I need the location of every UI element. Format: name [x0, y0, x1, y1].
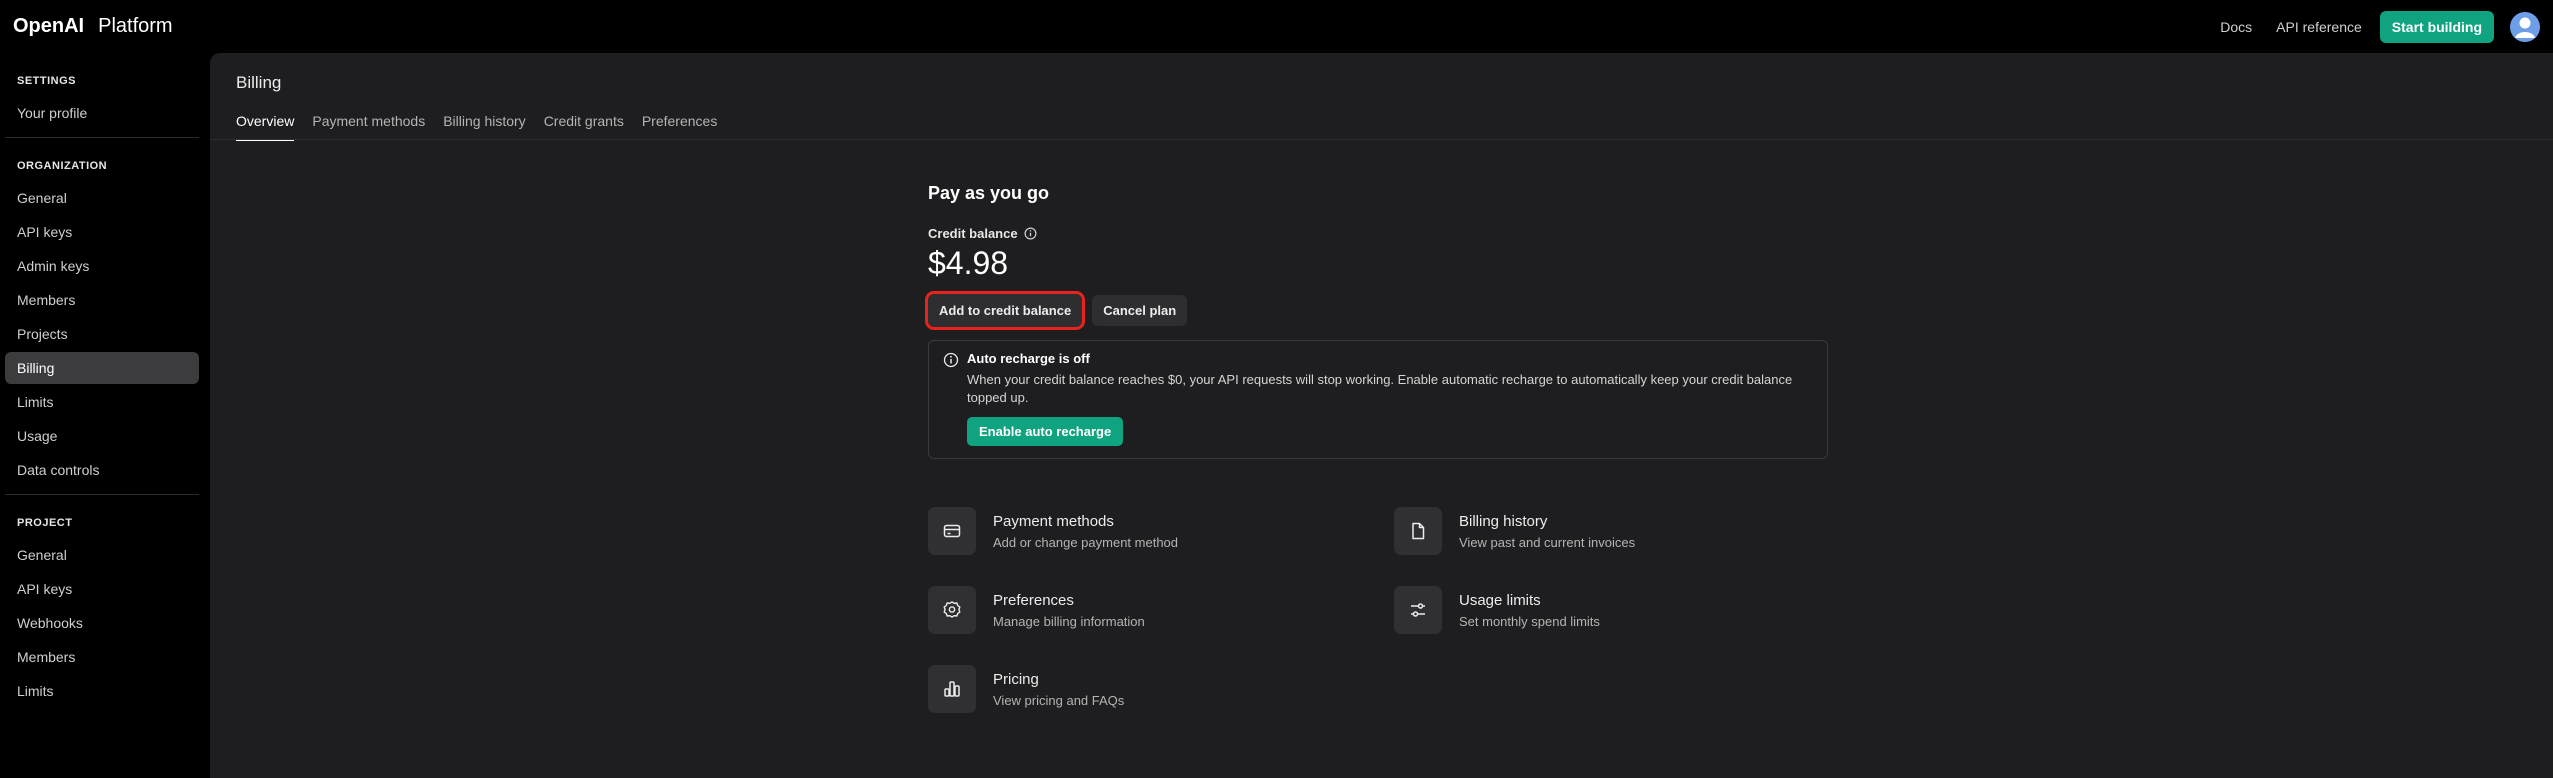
sidebar-item-usage[interactable]: Usage: [5, 420, 199, 452]
bar-chart-icon: [944, 681, 960, 697]
sidebar-item-your-profile[interactable]: Your profile: [5, 97, 199, 129]
add-to-credit-balance-button[interactable]: Add to credit balance: [924, 291, 1086, 330]
sidebar-item-project-members[interactable]: Members: [5, 641, 199, 673]
credit-balance-label: Credit balance: [928, 226, 1828, 241]
card-title: Payment methods: [993, 512, 1114, 530]
docs-link[interactable]: Docs: [2208, 19, 2264, 35]
user-avatar-icon: [2515, 17, 2535, 38]
auto-recharge-title: Auto recharge is off: [967, 351, 1090, 366]
credit-balance-value: $4.98: [928, 245, 1009, 281]
top-bar: OpenAI Platform Docs API reference Start…: [0, 0, 2553, 53]
tab-billing-history[interactable]: Billing history: [443, 113, 525, 141]
sidebar-item-data-controls[interactable]: Data controls: [5, 454, 199, 486]
sidebar-item-org-limits[interactable]: Limits: [5, 386, 199, 418]
card-subtitle: View pricing and FAQs: [993, 692, 1125, 708]
document-icon-tile: [1394, 507, 1442, 555]
brand-logo[interactable]: OpenAI Platform: [13, 15, 173, 38]
auto-recharge-text: When your credit balance reaches $0, you…: [967, 372, 1793, 405]
auto-recharge-notice: Auto recharge is off When your credit ba…: [928, 340, 1828, 459]
sidebar-item-admin-keys[interactable]: Admin keys: [5, 250, 199, 282]
page-title: Billing: [236, 73, 282, 92]
gear-icon-tile: [928, 586, 976, 634]
card-title: Usage limits: [1459, 591, 1541, 609]
bar-chart-icon-tile: [928, 665, 976, 713]
sidebar-item-project-limits[interactable]: Limits: [5, 675, 199, 707]
card-subtitle: Set monthly spend limits: [1459, 613, 1600, 629]
billing-history-card[interactable]: Billing history View past and current in…: [1394, 507, 1860, 555]
document-icon: [1412, 522, 1425, 540]
tab-overview[interactable]: Overview: [236, 113, 295, 141]
pricing-card[interactable]: Pricing View pricing and FAQs: [928, 665, 1394, 713]
payment-methods-card[interactable]: Payment methods Add or change payment me…: [928, 507, 1394, 555]
info-icon: [943, 352, 959, 368]
brand-product: Platform: [98, 15, 173, 37]
sidebar-item-project-api-keys[interactable]: API keys: [5, 573, 199, 605]
main-panel: Billing Overview Payment methods Billing…: [210, 53, 2553, 778]
info-icon[interactable]: [1024, 227, 1037, 240]
sidebar-item-project-general[interactable]: General: [5, 539, 199, 571]
gear-icon: [943, 601, 961, 618]
sidebar-item-projects[interactable]: Projects: [5, 318, 199, 350]
credit-balance-text: Credit balance: [928, 226, 1018, 241]
plan-title: Pay as you go: [928, 183, 1050, 203]
sidebar-section-project: PROJECT: [17, 517, 73, 529]
avatar[interactable]: [2510, 11, 2540, 42]
start-building-button[interactable]: Start building: [2379, 10, 2494, 43]
tab-preferences[interactable]: Preferences: [642, 113, 717, 141]
sidebar-item-billing[interactable]: Billing: [5, 352, 199, 384]
credit-card-icon-tile: [928, 507, 976, 555]
top-nav: Docs API reference Start building: [2208, 10, 2540, 43]
sidebar-item-webhooks[interactable]: Webhooks: [5, 607, 199, 639]
sidebar-item-org-members[interactable]: Members: [5, 284, 199, 316]
card-subtitle: View past and current invoices: [1459, 534, 1636, 550]
billing-overview: Pay as you go Credit balance $4.98 Add t…: [924, 183, 1828, 713]
sidebar-section-organization: ORGANIZATION: [17, 160, 108, 172]
sliders-icon-tile: [1394, 586, 1442, 634]
sidebar-section-settings: SETTINGS: [17, 75, 77, 87]
credit-actions: Add to credit balance Cancel plan: [924, 291, 1828, 330]
sliders-icon: [1411, 603, 1425, 617]
card-title: Preferences: [993, 591, 1074, 609]
card-title: Billing history: [1459, 512, 1548, 530]
tab-credit-grants[interactable]: Credit grants: [544, 113, 624, 141]
billing-links: Payment methods Add or change payment me…: [928, 507, 1828, 713]
sidebar-item-org-general[interactable]: General: [5, 182, 199, 214]
usage-limits-card[interactable]: Usage limits Set monthly spend limits: [1394, 586, 1860, 634]
cancel-plan-button[interactable]: Cancel plan: [1092, 295, 1188, 326]
api-reference-link[interactable]: API reference: [2264, 19, 2374, 35]
billing-tabs: Overview Payment methods Billing history…: [236, 113, 735, 141]
tabs-divider: [210, 139, 2553, 140]
card-subtitle: Add or change payment method: [993, 534, 1179, 550]
sidebar: SETTINGS Your profile ORGANIZATION Gener…: [0, 53, 210, 778]
preferences-card[interactable]: Preferences Manage billing information: [928, 586, 1394, 634]
credit-card-icon: [943, 524, 961, 538]
sidebar-item-org-api-keys[interactable]: API keys: [5, 216, 199, 248]
card-title: Pricing: [993, 670, 1039, 688]
auto-recharge-body: Auto recharge is off When your credit ba…: [967, 351, 1813, 446]
tab-payment-methods[interactable]: Payment methods: [312, 113, 425, 141]
card-subtitle: Manage billing information: [993, 613, 1145, 629]
enable-auto-recharge-button[interactable]: Enable auto recharge: [967, 417, 1124, 446]
brand-name: OpenAI: [13, 15, 85, 37]
